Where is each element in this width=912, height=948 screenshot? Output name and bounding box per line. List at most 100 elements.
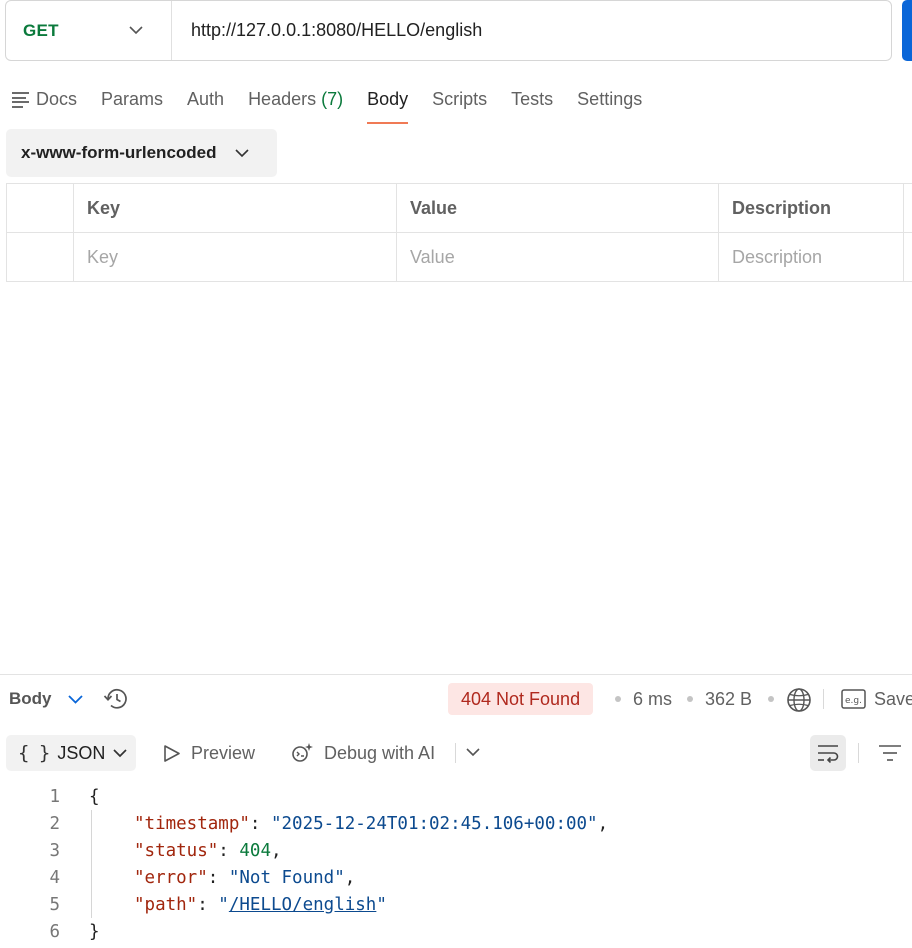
save-label: Save xyxy=(874,688,912,709)
play-icon xyxy=(164,744,180,762)
json-key: "error" xyxy=(134,867,208,888)
body-type-select[interactable]: x-www-form-urlencoded xyxy=(6,129,277,177)
chevron-down-icon xyxy=(234,148,249,157)
body-type-label: x-www-form-urlencoded xyxy=(21,143,217,162)
separator-dot xyxy=(687,696,693,702)
tab-auth[interactable]: Auth xyxy=(187,86,224,124)
column-header-key: Key xyxy=(73,183,397,233)
tab-label: Tests xyxy=(511,89,554,109)
tab-settings[interactable]: Settings xyxy=(577,86,642,124)
tab-label: Scripts xyxy=(432,89,488,109)
tab-headers[interactable]: Headers (7) xyxy=(248,86,343,124)
code-text: { xyxy=(89,786,100,807)
form-params-table: Key Value Description Key Value Descript… xyxy=(6,183,912,282)
save-response-button[interactable]: e.g. Save xyxy=(841,683,912,715)
json-number: 404 xyxy=(239,840,271,861)
code-line: 2 "timestamp": "2025-12-24T01:02:45.106+… xyxy=(0,810,912,837)
tab-label: Body xyxy=(367,89,409,109)
debug-with-ai-button[interactable]: Debug with AI xyxy=(290,735,435,771)
toolbar-divider xyxy=(823,689,824,709)
code-text: } xyxy=(89,921,100,942)
tab-label: Docs xyxy=(36,89,78,109)
line-number: 3 xyxy=(49,840,60,861)
response-time[interactable]: 6 ms xyxy=(633,683,672,715)
history-icon[interactable] xyxy=(103,687,129,711)
column-header-description: Description xyxy=(718,183,904,233)
tab-label: Params xyxy=(101,89,164,109)
preview-button[interactable]: Preview xyxy=(163,735,255,771)
method-label: GET xyxy=(23,20,59,40)
svg-text:e.g.: e.g. xyxy=(845,696,862,706)
code-text: "timestamp": "2025-12-24T01:02:45.106+00… xyxy=(134,813,609,834)
tab-docs[interactable]: Docs xyxy=(12,86,77,124)
code-text: "status": 404, xyxy=(134,840,282,861)
key-input[interactable]: Key xyxy=(73,232,397,282)
response-divider xyxy=(0,674,912,675)
checkbox-column-header xyxy=(6,183,74,233)
separator-dot xyxy=(768,696,774,702)
tab-label: Settings xyxy=(577,89,643,109)
method-select[interactable]: GET xyxy=(6,1,172,60)
code-line: 4 "error": "Not Found", xyxy=(0,864,912,891)
request-tabs: Docs Params Auth Headers (7) Body Script… xyxy=(12,86,666,124)
code-line: 1 { xyxy=(0,783,912,810)
tab-params[interactable]: Params xyxy=(101,86,163,124)
separator-dot xyxy=(615,696,621,702)
table-row: Key Value Description xyxy=(6,232,912,282)
globe-icon[interactable] xyxy=(786,687,812,713)
code-line: 6 } xyxy=(0,918,912,945)
row-extra-cell xyxy=(903,232,912,282)
ai-bug-icon xyxy=(292,743,313,762)
column-header-value: Value xyxy=(396,183,719,233)
request-url-bar: GET xyxy=(5,0,892,61)
json-string: "Not Found" xyxy=(228,867,345,888)
code-line: 5 "path": "/HELLO/english" xyxy=(0,891,912,918)
description-input[interactable]: Description xyxy=(718,232,904,282)
debug-label: Debug with AI xyxy=(324,742,436,763)
json-quote: " xyxy=(218,894,229,915)
tab-scripts[interactable]: Scripts xyxy=(432,86,487,124)
json-punct: , xyxy=(344,867,356,888)
json-punct: , xyxy=(270,840,282,861)
response-size[interactable]: 362 B xyxy=(705,683,752,715)
status-badge[interactable]: 404 Not Found xyxy=(448,683,594,715)
value-input[interactable]: Value xyxy=(396,232,719,282)
format-label: JSON xyxy=(57,742,106,763)
braces-icon: { } xyxy=(18,742,50,764)
response-title: Body xyxy=(9,689,52,708)
json-key: "status" xyxy=(134,840,219,861)
toolbar-divider xyxy=(858,743,859,763)
lines-icon xyxy=(12,92,29,108)
preview-label: Preview xyxy=(191,742,256,763)
tab-tests[interactable]: Tests xyxy=(511,86,553,124)
example-icon: e.g. xyxy=(841,689,866,709)
chevron-down-icon[interactable] xyxy=(466,748,480,757)
headers-count: (7) xyxy=(321,89,344,109)
chevron-down-icon xyxy=(129,26,143,35)
row-checkbox-cell[interactable] xyxy=(6,232,74,282)
response-format-select[interactable]: { } JSON xyxy=(6,735,136,771)
chevron-down-icon xyxy=(113,748,127,757)
chevron-down-icon[interactable] xyxy=(67,694,83,704)
filter-icon[interactable] xyxy=(878,744,902,762)
response-header-bar: Body 404 Not Found 6 ms 362 B e.g. Save xyxy=(9,683,912,715)
code-text: "path": "/HELLO/english" xyxy=(134,894,387,915)
url-input[interactable] xyxy=(172,1,891,60)
wrap-lines-button[interactable] xyxy=(810,735,846,771)
tab-label: Auth xyxy=(187,89,225,109)
line-number: 1 xyxy=(49,786,60,807)
json-punct: , xyxy=(597,813,609,834)
json-key: "path" xyxy=(134,894,198,915)
tab-body[interactable]: Body xyxy=(367,86,409,124)
code-line: 3 "status": 404, xyxy=(0,837,912,864)
send-button[interactable] xyxy=(902,0,912,61)
line-number: 6 xyxy=(49,921,60,942)
line-number: 2 xyxy=(49,813,60,834)
column-header-extra xyxy=(903,183,912,233)
json-path-link[interactable]: /HELLO/english xyxy=(229,895,377,915)
tab-label: Headers xyxy=(248,89,317,109)
json-string: "2025-12-24T01:02:45.106+00:00" xyxy=(270,813,598,834)
line-number: 4 xyxy=(49,867,60,888)
wrap-text-icon xyxy=(818,745,839,763)
json-key: "timestamp" xyxy=(134,813,250,834)
